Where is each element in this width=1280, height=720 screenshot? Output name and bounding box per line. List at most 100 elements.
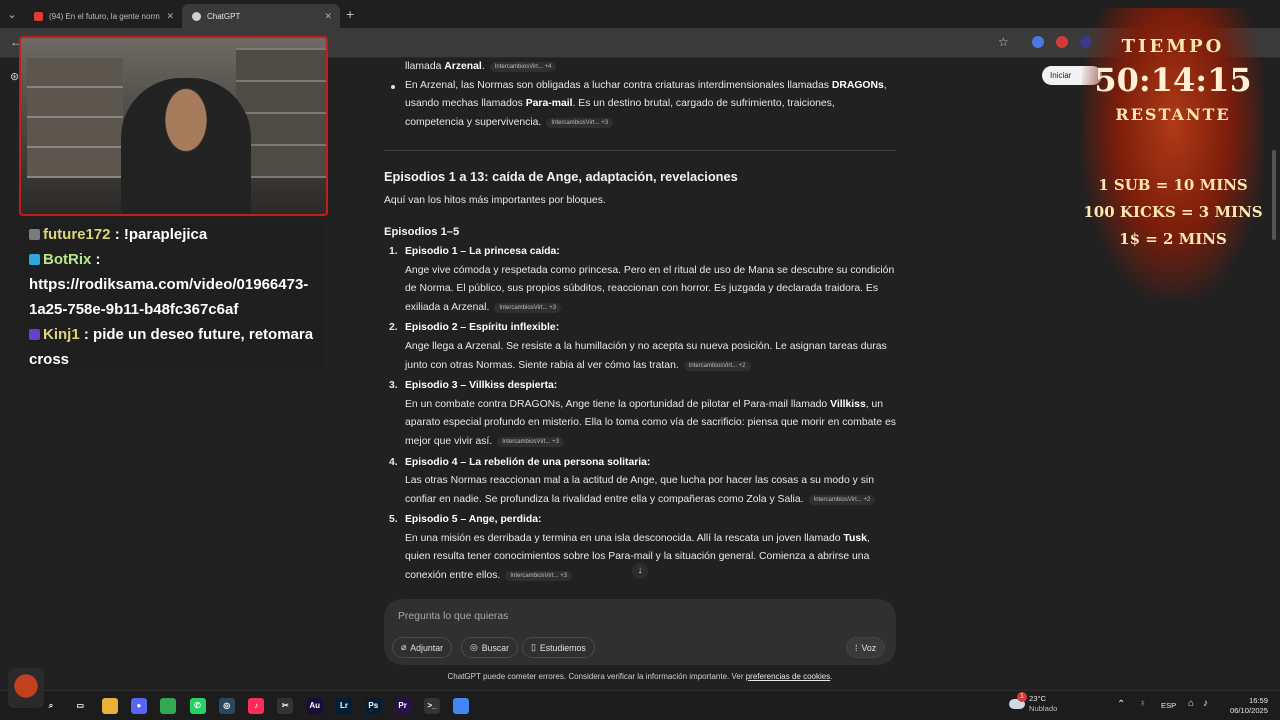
episode-number: 5. bbox=[389, 514, 398, 526]
extension-icon[interactable] bbox=[1032, 36, 1044, 48]
study-button[interactable]: ▯ Estudiemos bbox=[522, 637, 595, 658]
extension-icon[interactable] bbox=[1056, 36, 1068, 48]
steam-icon[interactable]: ◎ bbox=[218, 698, 235, 714]
source-citation-chip[interactable]: IntercambiosVirt... +3 bbox=[497, 436, 564, 447]
message-composer[interactable]: Pregunta lo que quieras ⌀ Adjuntar ◎ Bus… bbox=[384, 599, 896, 665]
bold-text: Arzenal bbox=[444, 61, 482, 72]
user-badge-icon bbox=[29, 254, 40, 265]
youtube-favicon-icon bbox=[34, 11, 43, 21]
cookie-preferences-link[interactable]: preferencias de cookies bbox=[746, 672, 831, 681]
chat-username[interactable]: Kinj1 bbox=[43, 326, 80, 343]
discord-icon[interactable]: ● bbox=[130, 698, 147, 714]
source-citation-chip[interactable]: IntercambiosVirt... +3 bbox=[546, 117, 614, 128]
scroll-down-icon[interactable]: ↓ bbox=[632, 563, 648, 579]
tab-chatgpt[interactable]: ChatGPT ✕ bbox=[182, 4, 340, 28]
volume-icon[interactable]: ♪ bbox=[1203, 699, 1208, 709]
chatgpt-favicon-icon bbox=[192, 11, 201, 21]
photoshop-icon[interactable]: Ps bbox=[365, 698, 382, 714]
subathon-timer-overlay: TIEMPO 50:14:15 RESTANTE 1 SUB = 10 MINS… bbox=[1082, 8, 1264, 298]
episode-summary: Ange vive cómoda y respetada como prince… bbox=[405, 262, 896, 318]
chrome-active-icon[interactable] bbox=[453, 698, 470, 714]
block-heading: Episodios 1–5 bbox=[384, 225, 460, 238]
attach-button[interactable]: ⌀ Adjuntar bbox=[392, 637, 453, 658]
premiere-icon[interactable]: Pr bbox=[394, 698, 411, 714]
bookmark-star-icon[interactable]: ☆ bbox=[998, 35, 1009, 49]
source-citation-chip[interactable]: IntercambiosVirt... +3 bbox=[505, 571, 573, 582]
attach-label: Adjuntar bbox=[410, 642, 444, 653]
task-view-icon[interactable]: ▭ bbox=[72, 698, 89, 714]
tab-title: ChatGPT bbox=[207, 11, 241, 21]
user-badge-icon bbox=[29, 329, 40, 340]
bold-text: Tusk bbox=[843, 532, 867, 544]
whatsapp-icon[interactable]: ✆ bbox=[189, 698, 206, 714]
clock[interactable]: 16:59 06/10/2025 bbox=[1228, 696, 1268, 716]
weather-badge: 1 bbox=[1017, 692, 1027, 702]
chrome-icon[interactable] bbox=[160, 698, 177, 714]
episode-item: 3. Episodio 3 – Villkiss despierta: En un … bbox=[384, 377, 896, 451]
chatgpt-logo-icon[interactable]: ⊛ bbox=[10, 70, 19, 83]
chat-message-line: future172 : !paraplejica bbox=[29, 222, 317, 247]
text-run: . bbox=[481, 61, 485, 72]
disclaimer: ChatGPT puede cometer errores. Considera… bbox=[0, 672, 1280, 681]
chat-separator: : bbox=[110, 226, 124, 243]
episode-item: 4. Episodio 4 – La rebelión de una person… bbox=[384, 454, 896, 510]
episode-title: Episodio 2 – Espíritu inflexible: bbox=[405, 322, 560, 334]
source-citation-chip[interactable]: IntercambiosVirt... +2 bbox=[808, 494, 876, 505]
text-run: Ange vive cómoda y respetada como prince… bbox=[405, 264, 895, 313]
chat-username[interactable]: BotRix bbox=[43, 251, 91, 268]
bold-text: Villkiss bbox=[830, 398, 866, 410]
tab-close-icon[interactable]: ✕ bbox=[166, 11, 174, 22]
search-icon[interactable]: ⌕ bbox=[43, 698, 59, 714]
windows-start-icon[interactable] bbox=[8, 668, 44, 708]
windows-taskbar: ⌕ ▭ ● ✆ ◎ ♪ ✂ Au Lr Ps Pr >_ 1 23°C Nublado ⌃ ♁ ESP… bbox=[0, 690, 1280, 720]
episode-item: 2. Episodio 2 – Espíritu inflexible: Ange … bbox=[384, 319, 896, 375]
chat-message-line: Kinj1 : pide un deseo future, retomara c… bbox=[29, 322, 317, 372]
search-button[interactable]: ◎ Buscar bbox=[461, 637, 519, 658]
tab-youtube[interactable]: (94) En el futuro, la gente norm ✕ bbox=[24, 4, 182, 28]
episode-summary: En un combate contra DRAGONs, Ange tiene… bbox=[405, 396, 896, 452]
tab-close-icon[interactable]: ✕ bbox=[324, 11, 332, 22]
voice-label: Voz bbox=[861, 642, 877, 653]
bold-text: Para-mail bbox=[525, 98, 573, 110]
episode-title: Episodio 1 – La princesa caída: bbox=[405, 245, 560, 257]
timer-label-bottom: RESTANTE bbox=[1115, 105, 1231, 124]
terminal-icon[interactable]: >_ bbox=[423, 698, 440, 714]
text-run: En Arzenal, las Normas son obligadas a l… bbox=[405, 79, 832, 91]
prompt-input[interactable]: Pregunta lo que quieras bbox=[398, 611, 508, 622]
voice-button[interactable]: ⁞ Voz bbox=[846, 637, 886, 658]
microphone-icon[interactable]: ♁ bbox=[1139, 699, 1147, 709]
text-run: Ange llega a Arzenal. Se resiste a la hu… bbox=[405, 340, 887, 371]
user-badge-icon bbox=[29, 229, 40, 240]
text-run: llamada bbox=[405, 61, 445, 72]
lightroom-icon[interactable]: Lr bbox=[336, 698, 352, 714]
audition-icon[interactable]: Au bbox=[306, 698, 323, 714]
bold-text: DRAGONs bbox=[831, 79, 884, 91]
tiktok-icon[interactable]: ♪ bbox=[248, 698, 265, 714]
tray-chevron-icon[interactable]: ⌃ bbox=[1117, 700, 1125, 710]
chat-text: !paraplejica bbox=[123, 226, 208, 243]
timer-value: 50:14:15 bbox=[1094, 61, 1252, 99]
scrollbar[interactable] bbox=[1272, 150, 1276, 240]
section-intro: Aquí van los hitos más importantes por b… bbox=[384, 195, 606, 207]
episode-number: 4. bbox=[389, 456, 398, 468]
episode-summary: En una misión es derribada y termina en … bbox=[405, 530, 896, 586]
file-explorer-icon[interactable] bbox=[101, 698, 118, 714]
source-citation-chip[interactable]: IntercambiosVirt... +2 bbox=[683, 360, 751, 371]
text-run: En una misión es derribada y termina en … bbox=[405, 532, 844, 544]
tab-search-chevron-icon[interactable]: ⌄ bbox=[0, 0, 24, 28]
tab-title: (94) En el futuro, la gente norm bbox=[49, 11, 160, 21]
webcam-shelf bbox=[27, 58, 123, 178]
episode-title: Episodio 4 – La rebelión de una persona … bbox=[405, 456, 651, 468]
disclaimer-end: . bbox=[830, 672, 833, 681]
network-icon[interactable]: ⌂ bbox=[1188, 699, 1194, 709]
timer-label-top: TIEMPO bbox=[1121, 36, 1225, 57]
episode-item: 1. Episodio 1 – La princesa caída: Ange vi… bbox=[384, 243, 896, 317]
language-indicator[interactable]: ESP bbox=[1161, 701, 1176, 711]
chat-username[interactable]: future172 bbox=[43, 226, 111, 243]
source-citation-chip[interactable]: IntercambiosVirt... +3 bbox=[494, 302, 562, 313]
capcut-icon[interactable]: ✂ bbox=[277, 698, 294, 714]
text-run: Las otras Normas reaccionan mal a la act… bbox=[405, 475, 874, 505]
source-citation-chip[interactable]: IntercambiosVirt... +4 bbox=[489, 62, 557, 72]
weather-widget[interactable]: 1 23°C Nublado bbox=[1009, 692, 1057, 714]
new-tab-icon[interactable]: + bbox=[346, 6, 354, 22]
